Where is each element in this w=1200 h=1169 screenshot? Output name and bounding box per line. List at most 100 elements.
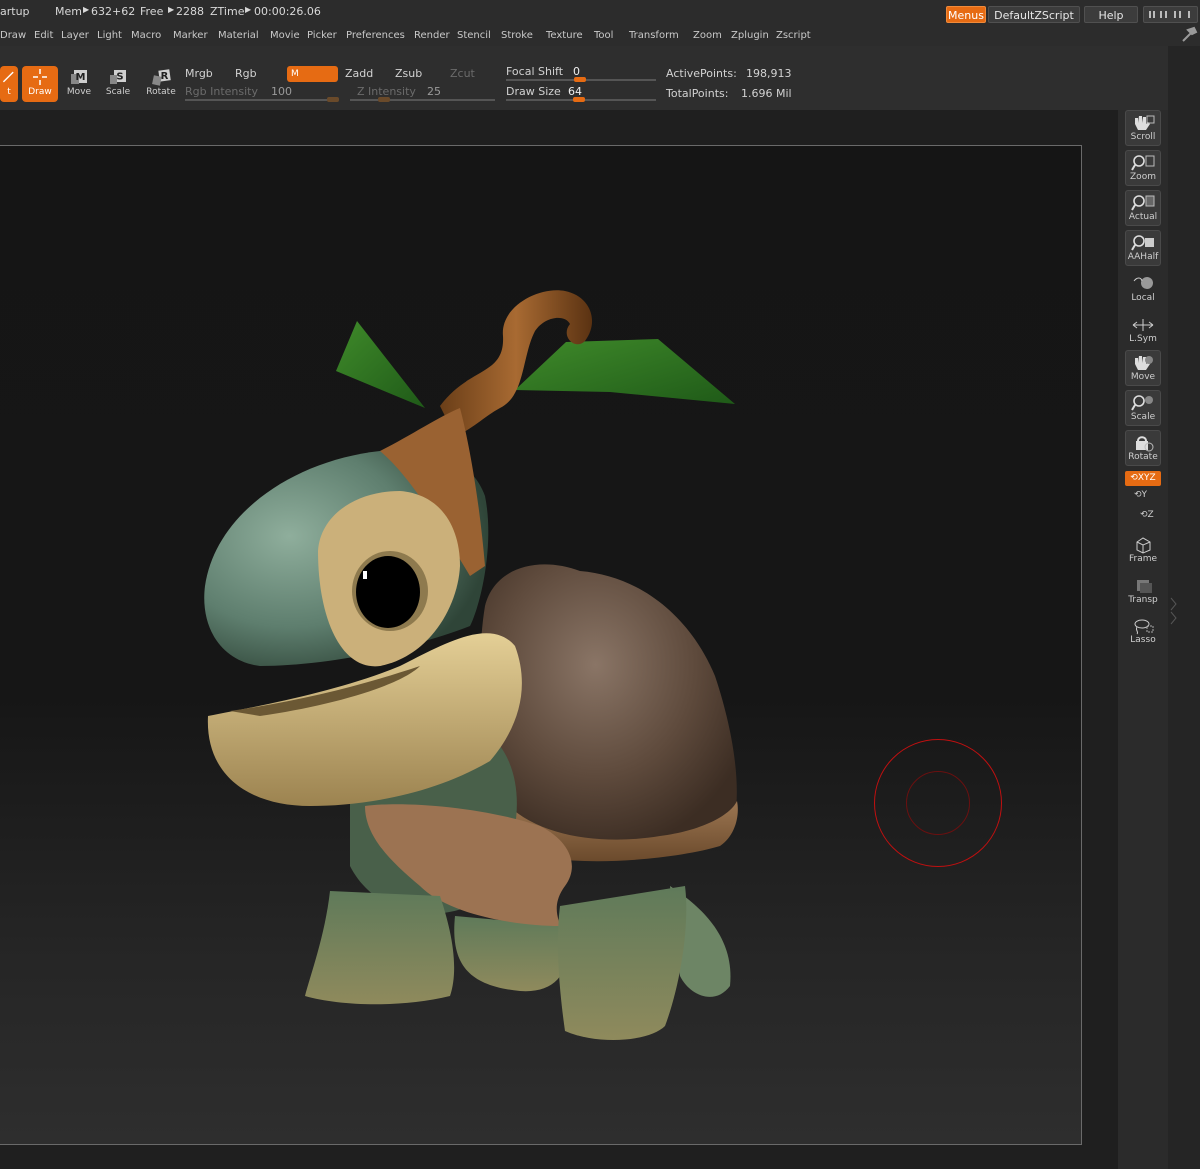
lasso-icon	[1134, 619, 1154, 635]
move-icon: M	[71, 70, 87, 84]
menu-light[interactable]: Light	[97, 30, 122, 41]
rotate-lock-icon	[1136, 436, 1154, 452]
rgb-intensity-value: 100	[271, 85, 292, 98]
y-axis-button[interactable]: ⟲Y	[1134, 490, 1147, 500]
canvas[interactable]	[0, 145, 1082, 1145]
hand-scroll-icon	[1135, 115, 1155, 130]
mem-label: Mem	[55, 5, 82, 18]
frame-cube-icon	[1136, 537, 1151, 554]
menu-zscript[interactable]: Zscript	[776, 30, 811, 41]
shelf-rotate-button[interactable]: Rotate	[1125, 430, 1161, 466]
aahalf-button[interactable]: AAHalf	[1125, 230, 1161, 266]
window-controls-icon	[1149, 11, 1190, 18]
edit-icon	[2, 71, 14, 83]
total-points-label: TotalPoints:	[666, 87, 729, 100]
z-intensity-knob[interactable]	[378, 97, 390, 102]
z-intensity-slider[interactable]	[350, 99, 495, 101]
menu-movie[interactable]: Movie	[270, 30, 300, 41]
z-axis-button[interactable]: ⟲Z	[1140, 510, 1154, 520]
magnifier-scale-icon	[1131, 395, 1153, 411]
menu-texture[interactable]: Texture	[546, 30, 583, 41]
mrgb-button[interactable]: Mrgb	[185, 67, 213, 80]
menu-draw[interactable]: Draw	[0, 30, 26, 41]
hammer-icon[interactable]	[1180, 26, 1198, 48]
transparency-icon	[1137, 580, 1152, 593]
active-points-value: 198,913	[746, 67, 792, 80]
actual-button[interactable]: Actual	[1125, 190, 1161, 226]
y-rotate-icon: ⟲	[1134, 490, 1142, 500]
rotate-icon: R	[152, 69, 171, 86]
rgb-intensity-slider[interactable]	[185, 99, 335, 101]
menu-material[interactable]: Material	[218, 30, 259, 41]
draw-button[interactable]: Draw	[22, 66, 58, 102]
transp-button[interactable]: Transp	[1125, 574, 1161, 610]
free-arrow-icon: ▶	[168, 5, 175, 14]
rgb-intensity-knob[interactable]	[327, 97, 339, 102]
rotate-button[interactable]: R Rotate	[143, 66, 179, 102]
menu-picker[interactable]: Picker	[307, 30, 337, 41]
frame-button[interactable]: Frame	[1125, 533, 1161, 569]
zadd-button[interactable]: Zadd	[345, 67, 373, 80]
menu-bar: Draw Edit Layer Light Macro Marker Mater…	[0, 24, 1200, 46]
active-points-label: ActivePoints:	[666, 67, 737, 80]
menu-tool[interactable]: Tool	[594, 30, 613, 41]
menu-stencil[interactable]: Stencil	[457, 30, 491, 41]
focal-shift-knob[interactable]	[574, 77, 586, 82]
mem-arrow-icon: ▶	[83, 5, 90, 14]
startup-label: artup	[0, 5, 30, 18]
brush-cursor-inner	[906, 771, 970, 835]
local-button[interactable]: Local	[1125, 272, 1161, 308]
scale-icon: S	[110, 70, 126, 84]
shelf-scale-button[interactable]: Scale	[1125, 390, 1161, 426]
magnifier-aahalf-icon	[1131, 235, 1154, 251]
symmetry-arrows-icon	[1132, 319, 1154, 331]
magnifier-zoom-icon	[1131, 155, 1155, 171]
lasso-button[interactable]: Lasso	[1125, 614, 1161, 650]
svg-text:M: M	[76, 72, 86, 83]
zcut-button[interactable]: Zcut	[450, 67, 475, 80]
edit-button[interactable]: t	[0, 66, 18, 102]
menu-transform[interactable]: Transform	[629, 30, 679, 41]
mem-value: 632+62	[91, 5, 136, 18]
focal-shift-label: Focal Shift	[506, 65, 564, 78]
lsym-button[interactable]: L.Sym	[1125, 313, 1161, 349]
draw-size-knob[interactable]	[573, 97, 585, 102]
menu-macro[interactable]: Macro	[131, 30, 161, 41]
z-rotate-icon: ⟲	[1140, 510, 1148, 520]
scale-button[interactable]: S Scale	[100, 66, 136, 102]
xyz-button[interactable]: ⟲XYZ	[1125, 471, 1161, 486]
menu-layer[interactable]: Layer	[61, 30, 89, 41]
xyz-rotate-icon: ⟲	[1130, 473, 1138, 483]
help-button[interactable]: Help	[1084, 6, 1138, 23]
move-button[interactable]: M Move	[61, 66, 97, 102]
draw-size-label: Draw Size	[506, 85, 561, 98]
ztime-arrow-icon: ▶	[245, 5, 252, 14]
svg-text:S: S	[116, 72, 123, 83]
rgb-button[interactable]: Rgb	[235, 67, 257, 80]
ztime-value: 00:00:26.06	[254, 5, 321, 18]
menus-button[interactable]: Menus	[946, 6, 986, 23]
zsub-button[interactable]: Zsub	[395, 67, 422, 80]
menu-zoom[interactable]: Zoom	[693, 30, 722, 41]
menu-zplugin[interactable]: Zplugin	[731, 30, 769, 41]
total-points-value: 1.696 Mil	[741, 87, 792, 100]
m-button[interactable]: M	[287, 66, 338, 82]
menu-render[interactable]: Render	[414, 30, 450, 41]
window-controls[interactable]	[1143, 6, 1198, 23]
menu-preferences[interactable]: Preferences	[346, 30, 405, 41]
draw-icon	[33, 69, 47, 85]
menu-edit[interactable]: Edit	[34, 30, 53, 41]
shelf-move-button[interactable]: Move	[1125, 350, 1161, 386]
turtle-model	[204, 290, 738, 1041]
default-zscript-button[interactable]: DefaultZScript	[988, 6, 1080, 23]
zoom-button[interactable]: Zoom	[1125, 150, 1161, 186]
free-value: 2288	[176, 5, 204, 18]
menu-stroke[interactable]: Stroke	[501, 30, 533, 41]
ztime-label: ZTime	[210, 5, 245, 18]
hand-move-icon	[1135, 356, 1153, 370]
z-intensity-value: 25	[427, 85, 441, 98]
tray-collapse-arrow-icon[interactable]	[1168, 590, 1178, 630]
menu-marker[interactable]: Marker	[173, 30, 208, 41]
magnifier-actual-icon	[1131, 195, 1155, 211]
scroll-button[interactable]: Scroll	[1125, 110, 1161, 146]
